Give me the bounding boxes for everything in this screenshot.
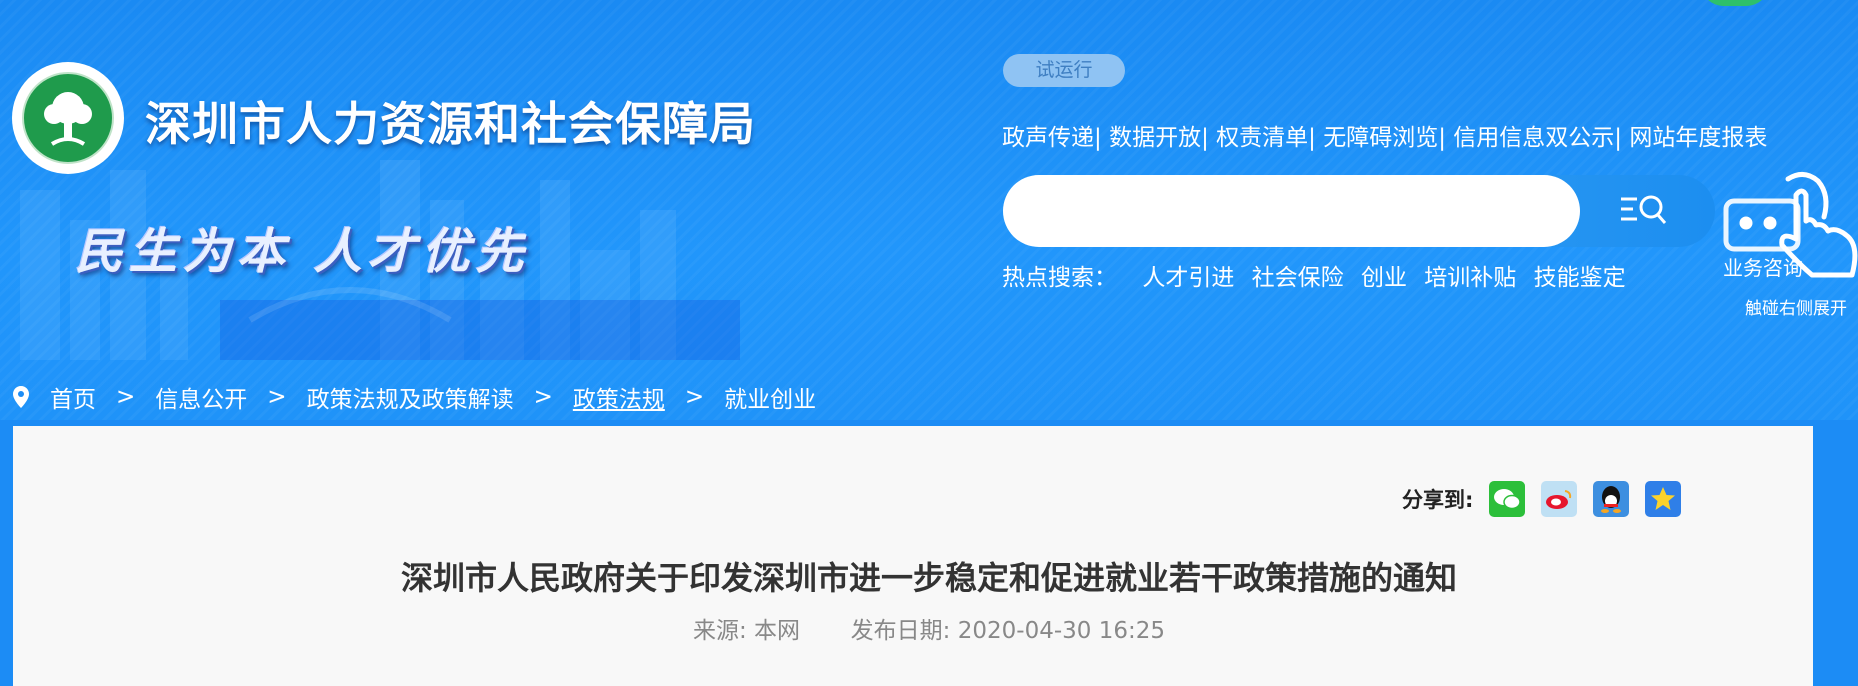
search-bar [1003, 175, 1715, 247]
top-link-accessibility[interactable]: 无障碍浏览| [1323, 125, 1446, 151]
top-link-announcements[interactable]: 政声传递| [1002, 125, 1102, 151]
breadcrumb-policies[interactable]: 政策法规 [573, 380, 665, 414]
trial-run-badge: 试运行 [1003, 54, 1125, 87]
slogan-banner: 民生为本 人才优先 [75, 224, 530, 280]
hot-search-label: 热点搜索： [1002, 265, 1117, 291]
breadcrumb-employment[interactable]: 就业创业 [724, 380, 816, 414]
breadcrumb-home[interactable]: 首页 [50, 380, 96, 414]
breadcrumb-separator: > [533, 384, 553, 410]
article-source: 来源: 本网 [692, 618, 801, 644]
breadcrumb-separator: > [267, 384, 287, 410]
article-title: 深圳市人民政府关于印发深圳市进一步稳定和促进就业若干政策措施的通知 [400, 559, 1457, 597]
article-publish-date: 发布日期: 2020-04-30 16:25 [850, 618, 1165, 644]
top-link-open-data[interactable]: 数据开放| [1109, 125, 1209, 151]
search-button[interactable] [1603, 187, 1689, 235]
breadcrumb: 首页 > 信息公开 > 政策法规及政策解读 > 政策法规 > 就业创业 [12, 380, 816, 414]
tree-icon [44, 92, 92, 146]
weibo-icon[interactable] [1541, 481, 1578, 517]
article-meta: 来源: 本网 发布日期: 2020-04-30 16:25 [0, 611, 1858, 645]
qq-icon[interactable] [1593, 481, 1630, 517]
hot-search-skill-assessment[interactable]: 技能鉴定 [1534, 265, 1626, 291]
hot-search-bar: 热点搜索： 人才引进 社会保险 创业 培训补贴 技能鉴定 [1002, 258, 1636, 292]
hot-search-training-subsidy[interactable]: 培训补贴 [1424, 265, 1516, 291]
site-title[interactable]: 深圳市人力资源和社会保障局 [145, 88, 756, 154]
top-link-annual-report[interactable]: 网站年度报表 [1629, 125, 1767, 151]
top-link-responsibility-list[interactable]: 权责清单| [1216, 125, 1316, 151]
breadcrumb-separator: > [684, 384, 705, 410]
expand-hint: 触碰右侧展开 [1745, 299, 1847, 319]
hot-search-entrepreneurship[interactable]: 创业 [1361, 265, 1407, 291]
breadcrumb-separator: > [116, 384, 136, 410]
share-bar: 分享到: [1402, 481, 1697, 517]
wechat-icon[interactable] [1489, 481, 1526, 517]
qzone-icon[interactable] [1645, 481, 1682, 517]
bureau-logo[interactable] [12, 62, 124, 174]
search-icon [1621, 195, 1667, 224]
location-pin-icon [13, 386, 29, 408]
share-label: 分享到: [1402, 488, 1474, 512]
breadcrumb-info-disclosure[interactable]: 信息公开 [155, 380, 247, 414]
breadcrumb-policies-interpretation[interactable]: 政策法规及政策解读 [307, 380, 514, 414]
hot-search-social-insurance[interactable]: 社会保险 [1252, 265, 1344, 291]
hot-search-talent[interactable]: 人才引进 [1142, 265, 1234, 291]
business-consult-label[interactable]: 业务咨询 [1723, 252, 1803, 281]
search-input[interactable] [1003, 175, 1580, 247]
logo-emblem [22, 72, 114, 164]
top-links-bar: 政声传递| 数据开放| 权责清单| 无障碍浏览| 信用信息双公示| 网站年度报表 [1002, 118, 1767, 152]
top-link-credit-disclosure[interactable]: 信用信息双公示| [1453, 125, 1622, 151]
